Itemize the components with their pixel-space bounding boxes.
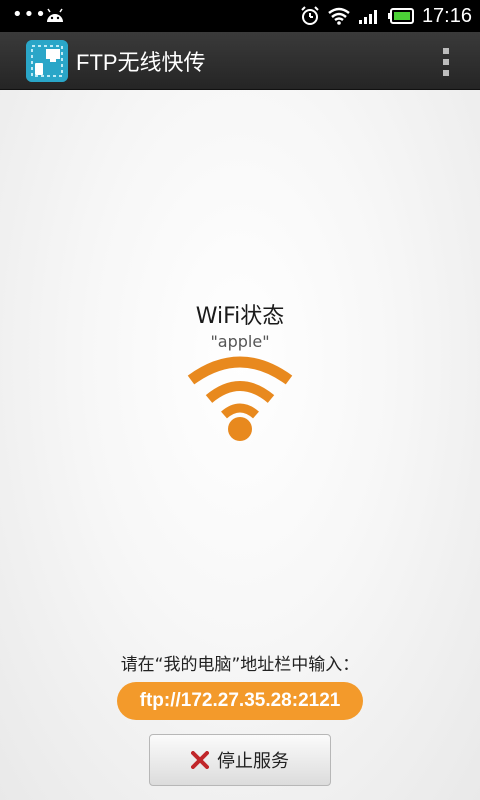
wifi-signal-icon bbox=[328, 7, 350, 25]
stop-service-label: 停止服务 bbox=[217, 751, 289, 772]
clock: 17:16 bbox=[421, 4, 472, 27]
wifi-ssid: "apple" bbox=[210, 332, 270, 351]
instruction-text: 请在“我的电脑”地址栏中输入： bbox=[120, 655, 360, 675]
android-icon bbox=[47, 8, 63, 22]
close-x-icon bbox=[191, 751, 209, 769]
alarm-icon bbox=[301, 6, 319, 25]
app-title: FTP无线快传 bbox=[76, 50, 206, 75]
status-bar: ••• 17:16 bbox=[0, 0, 480, 32]
ftp-address-badge: ftp://172.27.35.28:2121 bbox=[117, 682, 363, 720]
action-bar: FTP无线快传 bbox=[0, 32, 480, 90]
wifi-status-title: WiFi状态 bbox=[195, 304, 285, 329]
stop-service-button[interactable]: 停止服务 bbox=[149, 734, 331, 786]
overflow-menu-icon[interactable] bbox=[442, 48, 450, 76]
battery-icon bbox=[387, 8, 414, 24]
ftp-app-icon[interactable] bbox=[26, 40, 68, 82]
wifi-icon bbox=[187, 356, 293, 441]
cell-signal-icon bbox=[358, 10, 377, 24]
notification-dots-icon: ••• bbox=[12, 4, 47, 25]
